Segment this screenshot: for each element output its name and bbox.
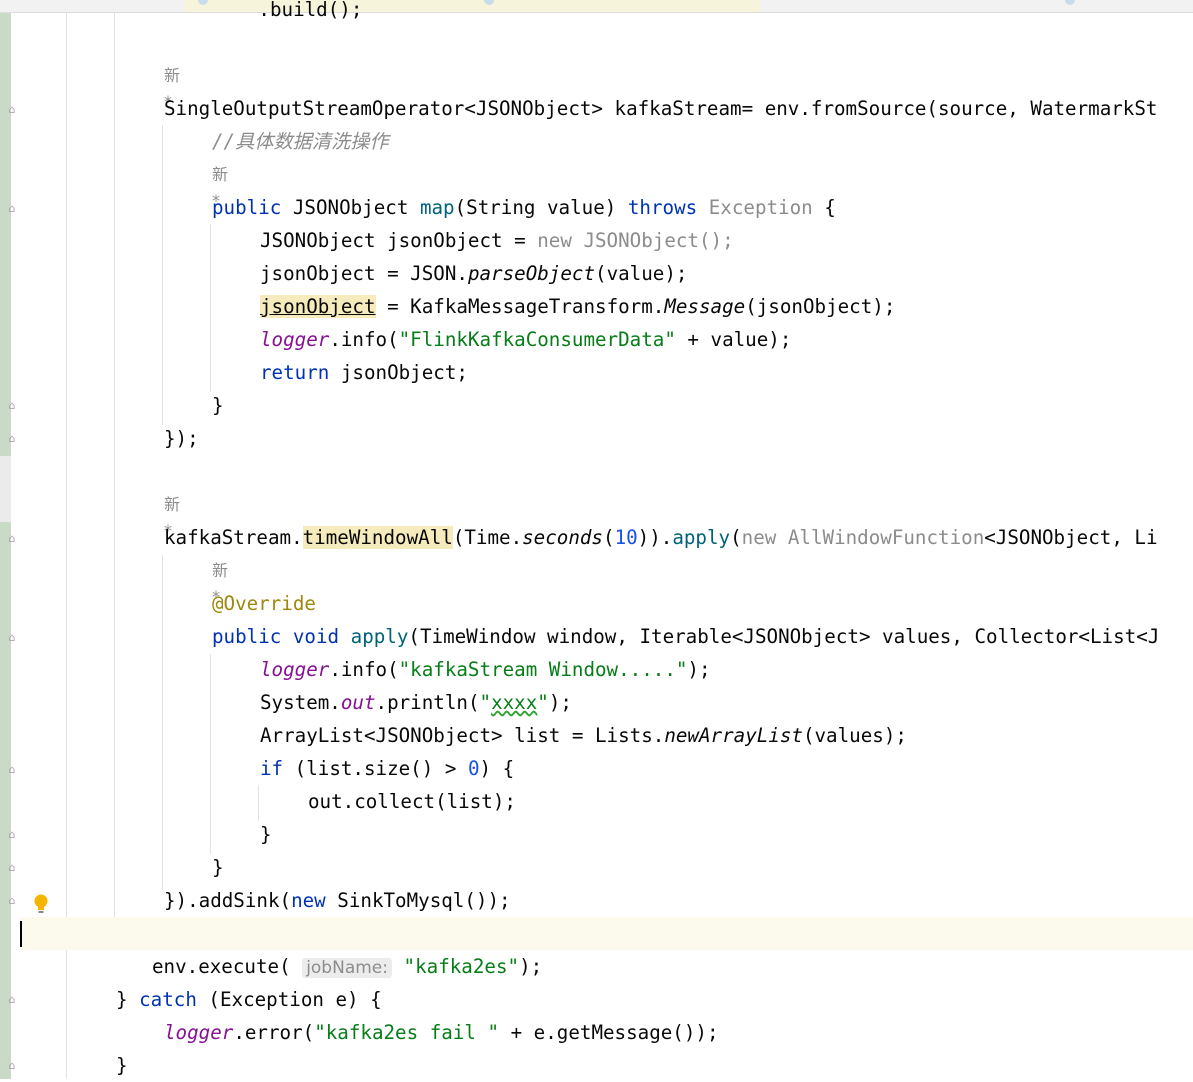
fold-icon[interactable]: ⌂ (6, 994, 18, 1006)
intention-bulb-icon[interactable] (33, 893, 49, 915)
code-line: kafkaStream.timeWindowAll(Time.seconds(1… (164, 526, 1158, 549)
indent-guide (210, 654, 211, 854)
code-line: public JSONObject map(String value) thro… (212, 196, 836, 219)
code-annotation: @Override (212, 592, 316, 615)
author-hint[interactable]: 新 * (212, 558, 228, 606)
fold-icon[interactable]: ⌂ (6, 400, 18, 412)
code-line: jsonObject = JSON.parseObject(value); (260, 262, 688, 285)
author-hint[interactable]: 新 * (164, 492, 180, 540)
vcs-change-gutter (0, 13, 11, 1079)
code-line: }).addSink(new SinkToMysql()); (164, 889, 511, 912)
code-line: if (list.size() > 0) { (260, 757, 515, 780)
indent-guide (114, 13, 115, 917)
indent-guide (162, 555, 163, 890)
author-hint[interactable]: 新 * (212, 162, 228, 210)
indent-guide (258, 785, 259, 821)
code-line: logger.error("kafka2es fail " + e.getMes… (164, 1021, 719, 1044)
code-line: logger.info("FlinkKafkaConsumerData" + v… (260, 328, 792, 351)
code-line: } (212, 394, 224, 417)
code-line: return jsonObject; (260, 361, 468, 384)
code-line: env.execute( jobName: "kafka2es"); (152, 955, 543, 978)
code-line: out.collect(list); (308, 790, 516, 813)
fold-icon[interactable]: ⌂ (6, 895, 18, 907)
fold-icon[interactable]: ⌂ (6, 533, 18, 545)
code-line: } (116, 1054, 128, 1077)
indent-guide (162, 125, 163, 425)
code-line: ArrayList<JSONObject> list = Lists.newAr… (260, 724, 907, 747)
vcs-unchanged-region (0, 456, 11, 522)
author-hint[interactable]: 新 * (164, 63, 180, 111)
code-line: jsonObject = KafkaMessageTransform.Messa… (260, 295, 896, 318)
fold-icon[interactable]: ⌂ (6, 862, 18, 874)
code-line: public void apply(TimeWindow window, Ite… (212, 625, 1160, 648)
fold-icon[interactable]: ⌂ (6, 764, 18, 776)
fold-icon[interactable]: ⌂ (6, 433, 18, 445)
current-line-highlight (20, 917, 1193, 950)
code-line: }); (164, 427, 199, 450)
fold-icon[interactable]: ⌂ (6, 632, 18, 644)
fold-icon[interactable]: ⌂ (6, 203, 18, 215)
fold-icon[interactable]: ⌂ (6, 1060, 18, 1072)
code-line: } (260, 823, 272, 846)
code-line: .build(); (166, 0, 363, 21)
text-caret (20, 921, 22, 947)
code-line: JSONObject jsonObject = new JSONObject()… (260, 229, 734, 252)
fold-icon[interactable]: ⌂ (6, 829, 18, 841)
indent-guide (210, 224, 211, 392)
code-line: System.out.println("xxxx"); (260, 691, 572, 714)
file-type-icon (1065, 0, 1075, 5)
fold-icon[interactable]: ⌂ (6, 104, 18, 116)
code-line: SingleOutputStreamOperator<JSONObject> k… (164, 97, 1158, 120)
code-comment: //具体数据清洗操作 (212, 130, 389, 153)
code-line: } catch (Exception e) { (116, 988, 382, 1011)
code-line: logger.info("kafkaStream Window....."); (260, 658, 711, 681)
code-line: } (212, 856, 224, 879)
